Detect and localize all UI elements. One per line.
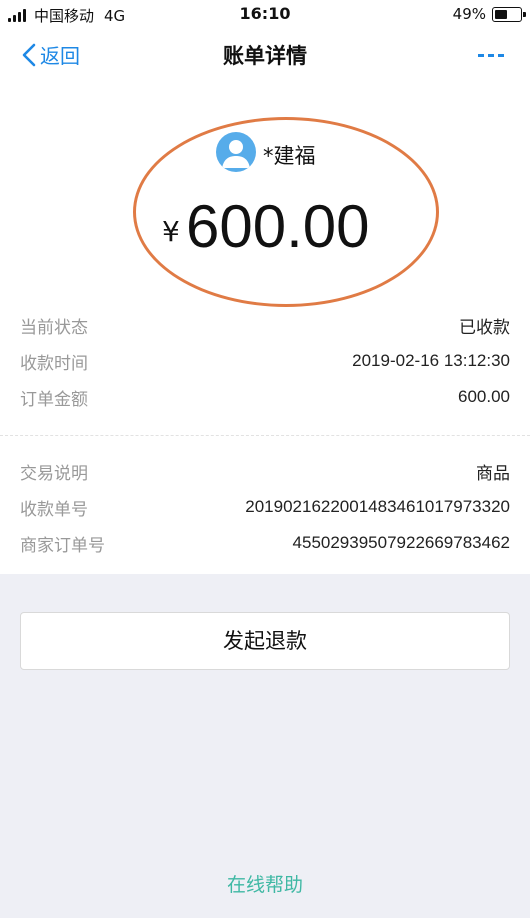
detail-label: 交易说明	[20, 463, 88, 484]
status-time: 16:10	[239, 4, 291, 23]
detail-value: 2019021622001483461017973320	[245, 497, 510, 516]
online-help-link[interactable]: 在线帮助	[0, 870, 530, 897]
detail-value: 600.00	[458, 387, 510, 406]
detail-label: 收款时间	[20, 353, 88, 374]
page-title: 账单详情	[223, 44, 307, 68]
divider	[0, 435, 530, 436]
battery-fill	[495, 9, 507, 19]
detail-row-description: 交易说明 商品	[20, 456, 510, 486]
detail-label: 订单金额	[20, 389, 88, 410]
detail-row-order-amount: 订单金额 600.00	[20, 382, 510, 412]
bill-card: *建福 ¥ 600.00 当前状态 已收款 收款时间 2019-02-16 13…	[0, 80, 530, 574]
avatar	[216, 132, 256, 172]
detail-value: 已收款	[459, 317, 510, 338]
detail-label: 商家订单号	[20, 535, 105, 556]
battery-percent: 49%	[452, 5, 486, 23]
payer-name: *建福	[263, 144, 316, 168]
detail-value: 45502939507922669783462	[292, 533, 510, 552]
status-right: 49%	[452, 5, 526, 23]
status-bar: 中国移动 4G 16:10 49%	[0, 0, 530, 30]
detail-row-time: 收款时间 2019-02-16 13:12:30	[20, 346, 510, 376]
detail-row-receipt-number: 收款单号 2019021622001483461017973320	[20, 492, 510, 522]
more-button[interactable]	[476, 44, 506, 64]
amount-value: 600.00	[186, 193, 370, 260]
bill-detail-screen: 中国移动 4G 16:10 49% 返回 账单详情 *建福 ¥ 600.00 当…	[0, 0, 530, 918]
battery-icon	[492, 6, 526, 22]
detail-row-merchant-order-number: 商家订单号 45502939507922669783462	[20, 528, 510, 558]
detail-row-status: 当前状态 已收款	[20, 310, 510, 340]
nav-bar: 返回 账单详情	[0, 30, 530, 80]
currency-symbol: ¥	[162, 215, 180, 248]
more-icon	[478, 54, 504, 57]
detail-value: 2019-02-16 13:12:30	[352, 351, 510, 370]
user-icon	[222, 140, 250, 168]
detail-label: 当前状态	[20, 317, 88, 338]
detail-value: 商品	[476, 463, 510, 484]
detail-label: 收款单号	[20, 499, 88, 520]
refund-button[interactable]: 发起退款	[20, 612, 510, 670]
